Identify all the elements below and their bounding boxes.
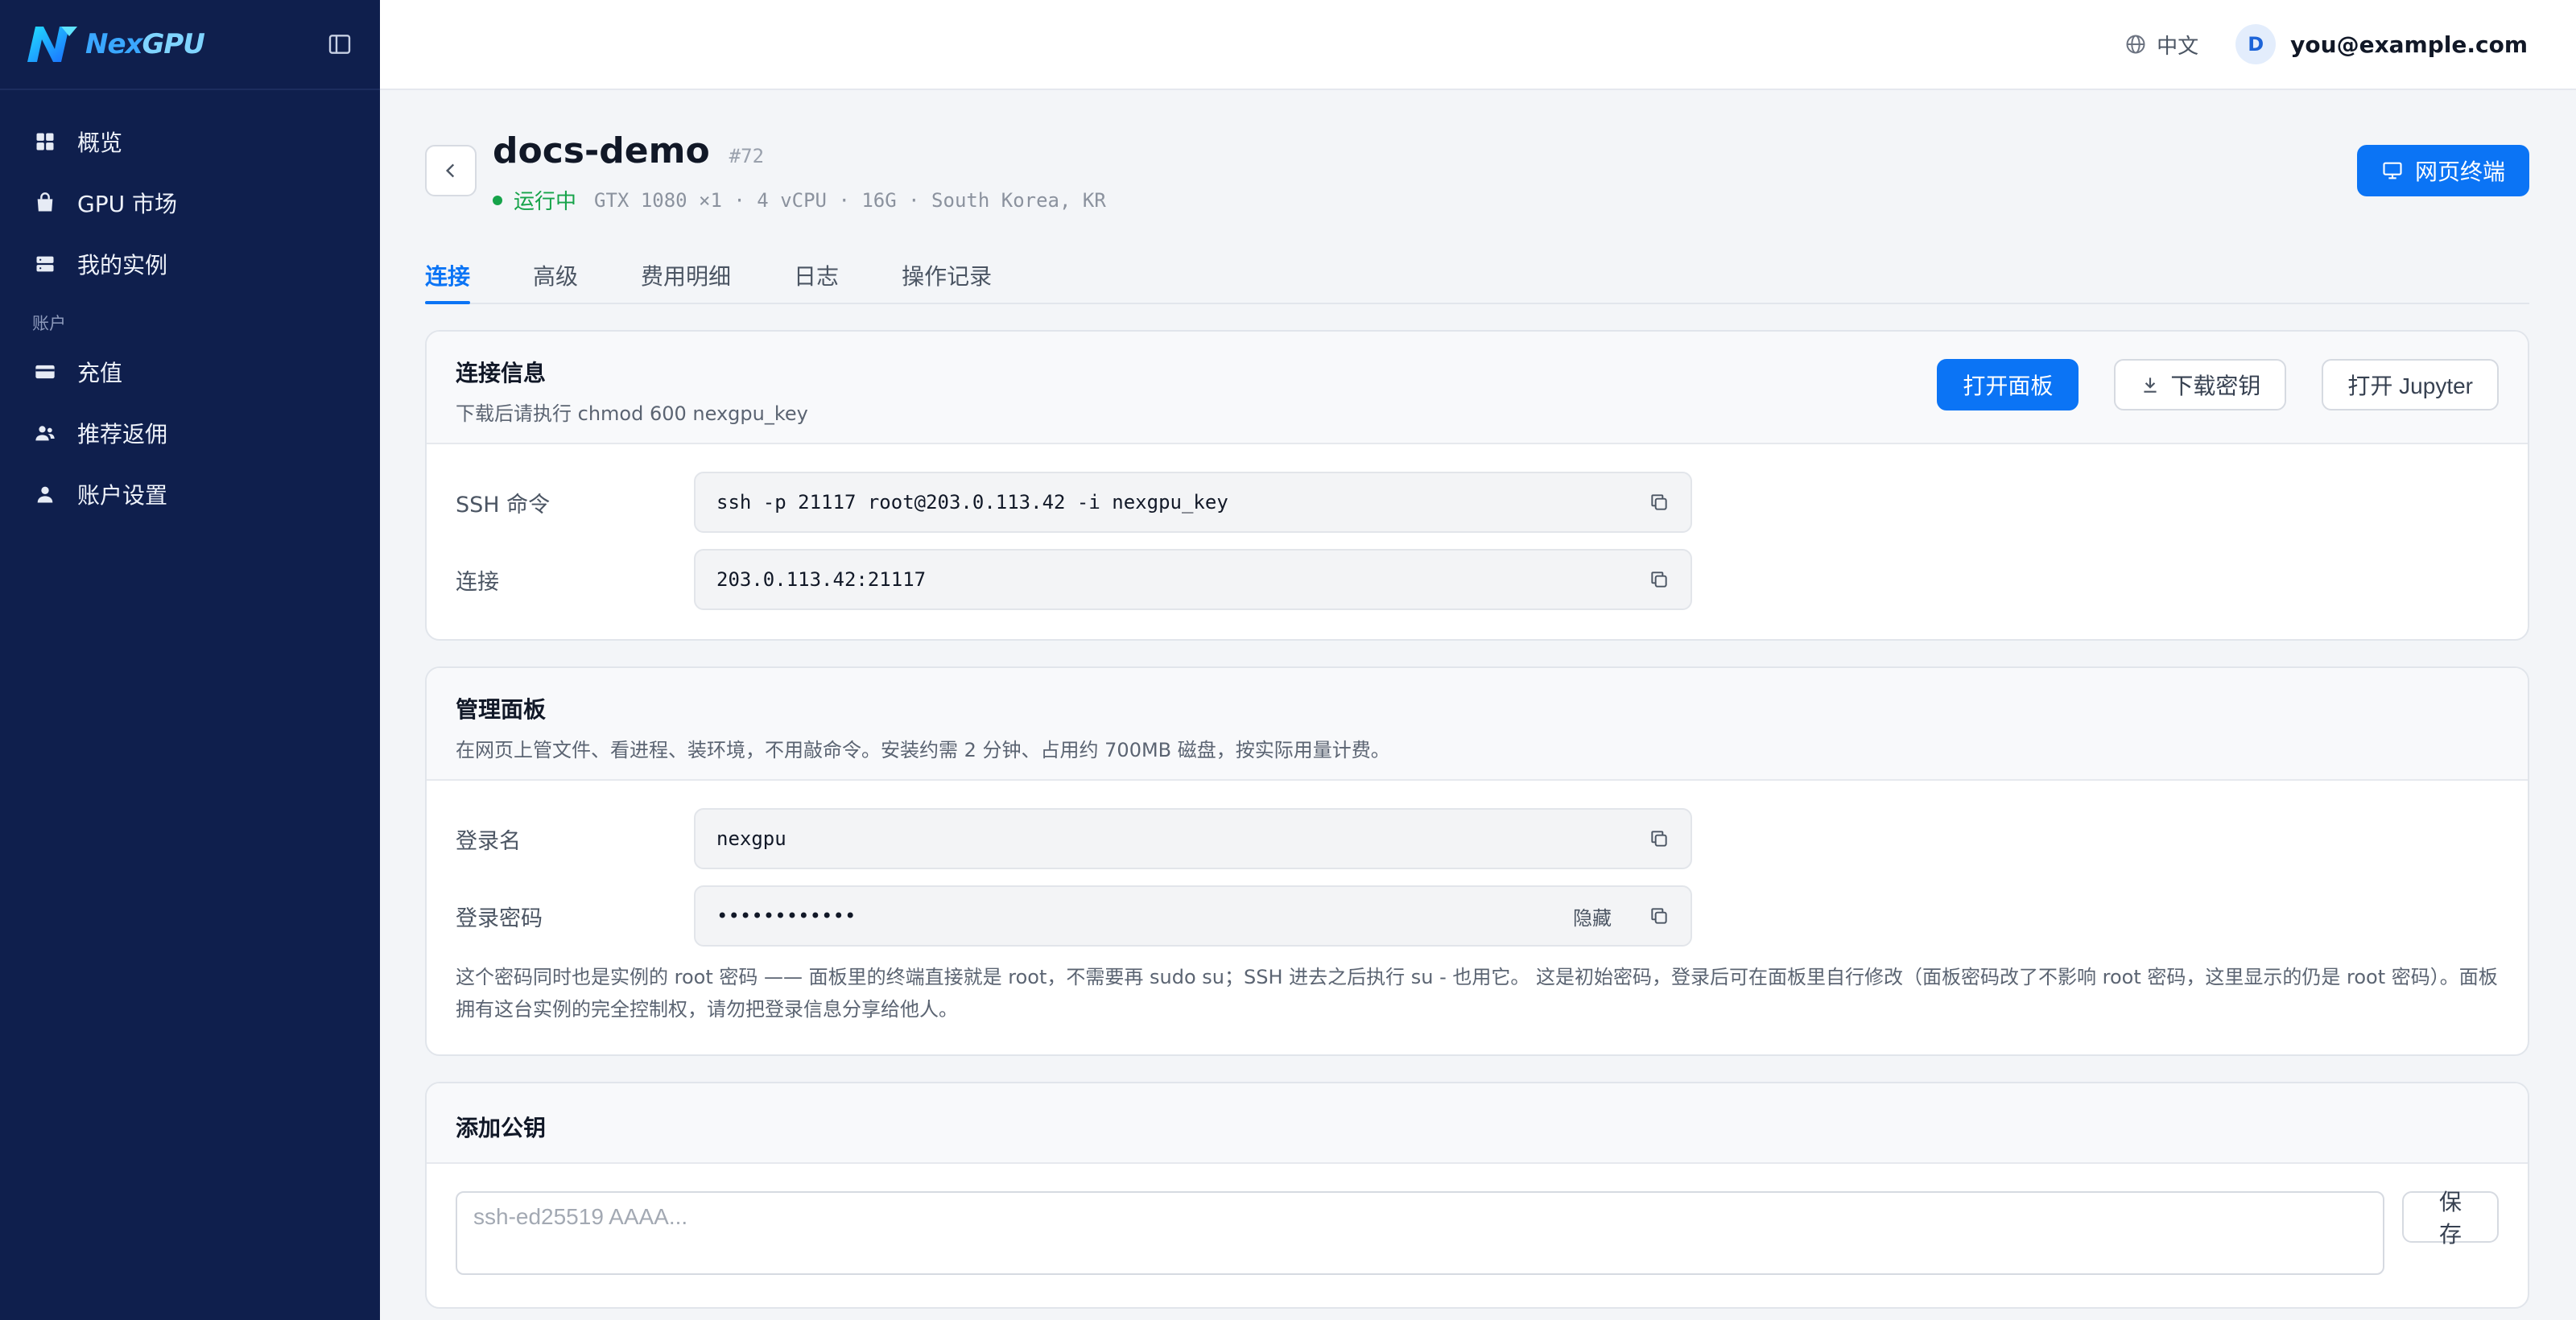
password-field[interactable]: •••••••••••• 隐藏	[694, 885, 1692, 947]
admin-panel-card-header: 管理面板 在网页上管文件、看进程、装环境，不用敲命令。安装约需 2 分钟、占用约…	[427, 668, 2528, 781]
field-label: SSH 命令	[456, 492, 551, 518]
open-panel-button[interactable]: 打开面板	[1937, 359, 2079, 410]
ssh-command-row: SSH 命令 ssh -p 21117 root@203.0.113.42 -i…	[456, 464, 2499, 541]
main-content: docs-demo #72 运行中 GTX 1080 ×1 · 4 vCPU ·…	[425, 90, 2529, 1309]
field-label: 登录密码	[456, 905, 543, 931]
topbar: 中文 D you@example.com	[380, 0, 2576, 90]
sidebar-item-label: 概览	[77, 130, 123, 156]
public-key-input[interactable]	[456, 1191, 2385, 1275]
card-title: 管理面板	[456, 696, 547, 723]
field-label: 登录名	[456, 828, 521, 854]
download-icon	[2144, 377, 2157, 393]
tab-connect[interactable]: 连接	[425, 250, 471, 304]
sidebar-item-my-instances[interactable]: 我的实例	[0, 233, 380, 295]
dashboard-icon	[36, 133, 54, 151]
tab-billing[interactable]: 费用明细	[641, 250, 731, 303]
monitor-icon	[2383, 162, 2402, 179]
page-title: docs-demo	[493, 130, 710, 171]
sidebar-section-account: 账户	[32, 314, 66, 333]
admin-panel-card: 管理面板 在网页上管文件、看进程、装环境，不用敲命令。安装约需 2 分钟、占用约…	[425, 666, 2529, 1056]
users-icon	[35, 426, 55, 441]
tab-advanced[interactable]: 高级	[533, 250, 578, 303]
connection-card: 连接信息 下载后请执行 chmod 600 nexgpu_key 打开面板 下载…	[425, 330, 2529, 641]
hide-password-button[interactable]: 隐藏	[1573, 902, 1612, 930]
instance-id: #72	[729, 145, 765, 167]
shopping-bag-icon	[37, 192, 53, 212]
ssh-command-field[interactable]: ssh -p 21117 root@203.0.113.42 -i nexgpu…	[694, 472, 1692, 533]
language-label: 中文	[2157, 34, 2199, 59]
sidebar-item-overview[interactable]: 概览	[0, 111, 380, 172]
sidebar-item-label: GPU 市场	[77, 191, 177, 217]
tab-logs[interactable]: 日志	[794, 250, 839, 303]
sidebar-item-account-settings[interactable]: 账户设置	[0, 464, 380, 525]
download-key-button[interactable]: 下载密钥	[2114, 359, 2287, 410]
copy-icon[interactable]	[1649, 492, 1670, 513]
password-value: ••••••••••••	[716, 905, 857, 927]
card-title: 添加公钥	[456, 1115, 547, 1141]
chevron-left-icon	[445, 163, 455, 178]
back-button[interactable]	[425, 145, 477, 196]
page-header: docs-demo #72 运行中 GTX 1080 ×1 · 4 vCPU ·…	[425, 90, 2529, 250]
login-name-field[interactable]: nexgpu	[694, 808, 1692, 869]
brand-name-part-b: GPU	[142, 28, 204, 60]
field-label: 连接	[456, 569, 499, 595]
instance-meta: 运行中 GTX 1080 ×1 · 4 vCPU · 16G · South K…	[493, 185, 1106, 215]
sidebar-toggle-icon[interactable]	[327, 31, 353, 57]
sidebar-item-label: 账户设置	[77, 482, 168, 509]
connection-value: 203.0.113.42:21117	[716, 568, 927, 591]
user-email: you@example.com	[2290, 31, 2528, 58]
brand-logo[interactable]: NexGPU	[24, 22, 205, 67]
user-menu[interactable]: D you@example.com	[2235, 24, 2528, 64]
sidebar-item-gpu-market[interactable]: GPU 市场	[0, 172, 380, 233]
web-terminal-label: 网页终端	[2414, 159, 2505, 184]
status-dot	[493, 195, 502, 205]
download-key-label: 下载密钥	[2170, 373, 2261, 398]
server-icon	[36, 256, 54, 272]
tab-activity[interactable]: 操作记录	[902, 250, 992, 303]
ssh-command-value: ssh -p 21117 root@203.0.113.42 -i nexgpu…	[716, 491, 1228, 514]
avatar: D	[2235, 24, 2277, 64]
logo-mark-icon	[27, 27, 77, 62]
card-subtitle: 在网页上管文件、看进程、装环境，不用敲命令。安装约需 2 分钟、占用约 700M…	[456, 739, 1390, 761]
sidebar-item-label: 推荐返佣	[77, 421, 168, 448]
connection-field[interactable]: 203.0.113.42:21117	[694, 549, 1692, 610]
sidebar-nav: 概览 GPU 市场 我的实例 账户 充值 推荐返佣 账户设置	[0, 90, 380, 525]
instance-specs: GTX 1080 ×1 · 4 vCPU · 16G · South Korea…	[594, 188, 1106, 212]
login-name-row: 登录名 nexgpu	[456, 800, 2499, 877]
sidebar-header: NexGPU	[0, 0, 380, 90]
password-note: 这个密码同时也是实例的 root 密码 —— 面板里的终端直接就是 root，不…	[456, 966, 2498, 1021]
public-key-card: 添加公钥 保存	[425, 1082, 2529, 1309]
brand-name-part-a: Nex	[85, 28, 142, 60]
connection-card-header: 连接信息 下载后请执行 chmod 600 nexgpu_key 打开面板 下载…	[427, 332, 2528, 444]
sidebar-item-referral[interactable]: 推荐返佣	[0, 402, 380, 464]
language-switch[interactable]: 中文	[2124, 30, 2198, 60]
credit-card-icon	[35, 365, 55, 379]
web-terminal-button[interactable]: 网页终端	[2356, 145, 2529, 196]
sidebar: NexGPU 概览 GPU 市场 我的实例 账户 充值 推荐返佣 账户设置	[0, 0, 380, 1320]
brand-name: NexGPU	[85, 28, 205, 60]
public-key-card-header: 添加公钥	[427, 1083, 2528, 1164]
globe-icon	[2126, 35, 2145, 54]
status-badge: 运行中	[514, 190, 577, 214]
sidebar-item-label: 充值	[77, 360, 123, 386]
user-icon	[37, 486, 53, 503]
password-row: 登录密码 •••••••••••• 隐藏	[456, 877, 2499, 955]
tab-bar: 连接 高级 费用明细 日志 操作记录	[425, 250, 2529, 304]
sidebar-item-label: 我的实例	[77, 252, 168, 278]
copy-icon[interactable]	[1649, 569, 1670, 590]
open-jupyter-button[interactable]: 打开 Jupyter	[2322, 359, 2499, 410]
save-button[interactable]: 保存	[2402, 1190, 2499, 1247]
copy-icon[interactable]	[1649, 905, 1670, 926]
copy-icon[interactable]	[1649, 828, 1670, 849]
connection-row: 连接 203.0.113.42:21117	[456, 541, 2499, 618]
sidebar-item-recharge[interactable]: 充值	[0, 341, 380, 402]
login-name-value: nexgpu	[716, 827, 786, 850]
